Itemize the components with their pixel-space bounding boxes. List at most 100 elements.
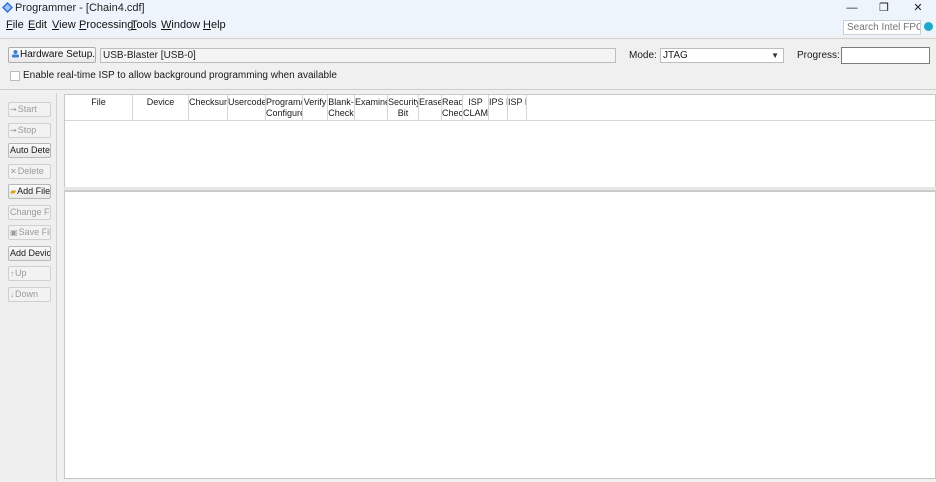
save-file-label: Save File xyxy=(18,227,50,237)
menu-edit[interactable]: Edit xyxy=(28,19,47,31)
menu-view-rest: iew xyxy=(59,19,76,31)
auto-detect-label: Auto Detect xyxy=(10,145,51,155)
column-header-erase[interactable]: Erase xyxy=(419,95,442,121)
column-header-isp-file[interactable]: ISP File xyxy=(508,95,527,121)
menu-help-rest: elp xyxy=(210,19,226,31)
column-label: ISP File xyxy=(508,97,526,107)
hardware-device-field: USB-Blaster [USB-0] xyxy=(100,48,616,63)
menu-file-rest: ile xyxy=(12,19,24,31)
restore-icon[interactable]: ❐ xyxy=(872,1,896,15)
column-label: ISP xyxy=(468,97,483,107)
column-label: Blank- xyxy=(328,97,354,107)
save-file-button[interactable]: ▣Save File xyxy=(8,225,51,240)
device-table[interactable]: File Device Checksum Usercode Program/Co… xyxy=(64,94,936,188)
chevron-down-icon: ▼ xyxy=(771,51,779,60)
add-device-label: Add Device xyxy=(10,248,51,258)
column-label: File xyxy=(91,97,106,107)
save-file-icon: ▣ xyxy=(10,228,18,237)
menu-edit-rest: dit xyxy=(35,19,47,31)
menu-help-mnemonic: H xyxy=(203,19,211,31)
column-label: Security xyxy=(388,97,419,107)
menu-help[interactable]: Help xyxy=(203,19,226,31)
column-label: Checksum xyxy=(189,97,228,107)
mode-select[interactable]: JTAG ▼ xyxy=(660,48,784,63)
menu-window-mnemonic: W xyxy=(161,19,172,31)
add-file-button[interactable]: ▰Add File... xyxy=(8,184,51,199)
column-label: Program/ xyxy=(266,97,303,107)
hardware-setup-label: Hardware Setup... xyxy=(20,49,96,60)
close-icon[interactable]: ✕ xyxy=(906,1,930,15)
programmer-app-icon xyxy=(2,2,13,13)
title-bar: Programmer - [Chain4.cdf] — ❐ ✕ xyxy=(0,0,936,16)
start-button[interactable]: ⇝Start xyxy=(8,102,51,117)
add-file-icon: ▰ xyxy=(10,187,17,196)
menu-window-rest: indow xyxy=(171,19,201,31)
menu-tools-rest: ools xyxy=(136,19,157,31)
column-header-blank-check[interactable]: Blank- Check xyxy=(328,95,355,121)
menu-processing[interactable]: Processing xyxy=(79,19,133,31)
menu-processing-rest: rocessing xyxy=(86,19,134,31)
add-file-label: Add File... xyxy=(17,186,51,196)
chain-diagram-area[interactable] xyxy=(64,191,936,479)
auto-detect-button[interactable]: Auto Detect xyxy=(8,143,51,158)
add-device-button[interactable]: Add Device xyxy=(8,246,51,261)
column-header-verify[interactable]: Verify xyxy=(303,95,328,121)
down-label: Down xyxy=(15,289,39,299)
column-header-device[interactable]: Device xyxy=(133,95,189,121)
delete-label: Delete xyxy=(17,166,44,176)
delete-button[interactable]: ✕Delete xyxy=(8,164,51,179)
column-label: Examine xyxy=(355,97,388,107)
menu-window[interactable]: Window xyxy=(161,19,200,31)
column-header-read-checks[interactable]: ReadChecks xyxy=(442,95,463,121)
column-label: Erase xyxy=(419,97,442,107)
hardware-setup-button[interactable]: Hardware Setup... xyxy=(8,47,96,63)
menu-file[interactable]: File xyxy=(6,19,24,31)
mode-value: JTAG xyxy=(663,50,688,61)
column-header-file[interactable]: File xyxy=(65,95,133,121)
column-label-line2: Checks xyxy=(442,108,463,118)
mode-label: Mode: xyxy=(629,50,657,61)
down-icon: ↓ xyxy=(10,290,14,299)
column-label-line2: Configure xyxy=(266,108,303,118)
search-input[interactable] xyxy=(843,20,921,35)
start-label: Start xyxy=(17,104,37,114)
down-button[interactable]: ↓Down xyxy=(8,287,51,302)
column-header-fill xyxy=(527,95,935,121)
window-title: Programmer - [Chain4.cdf] xyxy=(15,2,145,14)
column-header-usercode[interactable]: Usercode xyxy=(228,95,266,121)
isp-label: Enable real-time ISP to allow background… xyxy=(23,70,337,81)
change-file-label: Change File xyxy=(10,207,51,217)
column-label: Usercode xyxy=(228,97,266,107)
up-icon: ↑ xyxy=(10,269,14,278)
search-icon[interactable] xyxy=(924,22,933,31)
menu-file-mnemonic: F xyxy=(6,19,13,31)
menu-bar: File Edit View Processing Tools Window H… xyxy=(0,16,936,36)
delete-icon: ✕ xyxy=(10,167,17,176)
programmer-toolbar: ⇝Start ⇝Stop Auto Detect ✕Delete ▰Add Fi… xyxy=(0,93,57,481)
column-header-program-configure[interactable]: Program/Configure xyxy=(266,95,303,121)
column-label-line2: Check xyxy=(328,108,354,118)
column-label-line2: Bit xyxy=(397,108,409,118)
column-header-checksum[interactable]: Checksum xyxy=(189,95,228,121)
minimize-icon[interactable]: — xyxy=(840,1,864,15)
menu-tools[interactable]: Tools xyxy=(131,19,157,31)
column-header-examine[interactable]: Examine xyxy=(355,95,388,121)
column-label-line2: CLAMP xyxy=(463,108,489,118)
hardware-icon xyxy=(12,50,19,58)
column-label: Read xyxy=(442,97,463,107)
isp-checkbox[interactable] xyxy=(10,71,20,81)
column-label: IPS File xyxy=(489,97,507,107)
start-icon: ⇝ xyxy=(10,105,17,114)
change-file-button[interactable]: Change File xyxy=(8,205,51,220)
stop-label: Stop xyxy=(17,125,37,135)
up-label: Up xyxy=(15,268,27,278)
menu-view[interactable]: View xyxy=(52,19,76,31)
column-label: Device xyxy=(146,97,175,107)
up-button[interactable]: ↑Up xyxy=(8,266,51,281)
progress-label: Progress: xyxy=(797,50,840,61)
hardware-panel: Hardware Setup... USB-Blaster [USB-0] Mo… xyxy=(0,38,936,90)
stop-button[interactable]: ⇝Stop xyxy=(8,123,51,138)
column-header-security-bit[interactable]: Security Bit xyxy=(388,95,419,121)
column-header-isp-clamp[interactable]: ISPCLAMP xyxy=(463,95,489,121)
column-header-ips-file[interactable]: IPS File xyxy=(489,95,508,121)
